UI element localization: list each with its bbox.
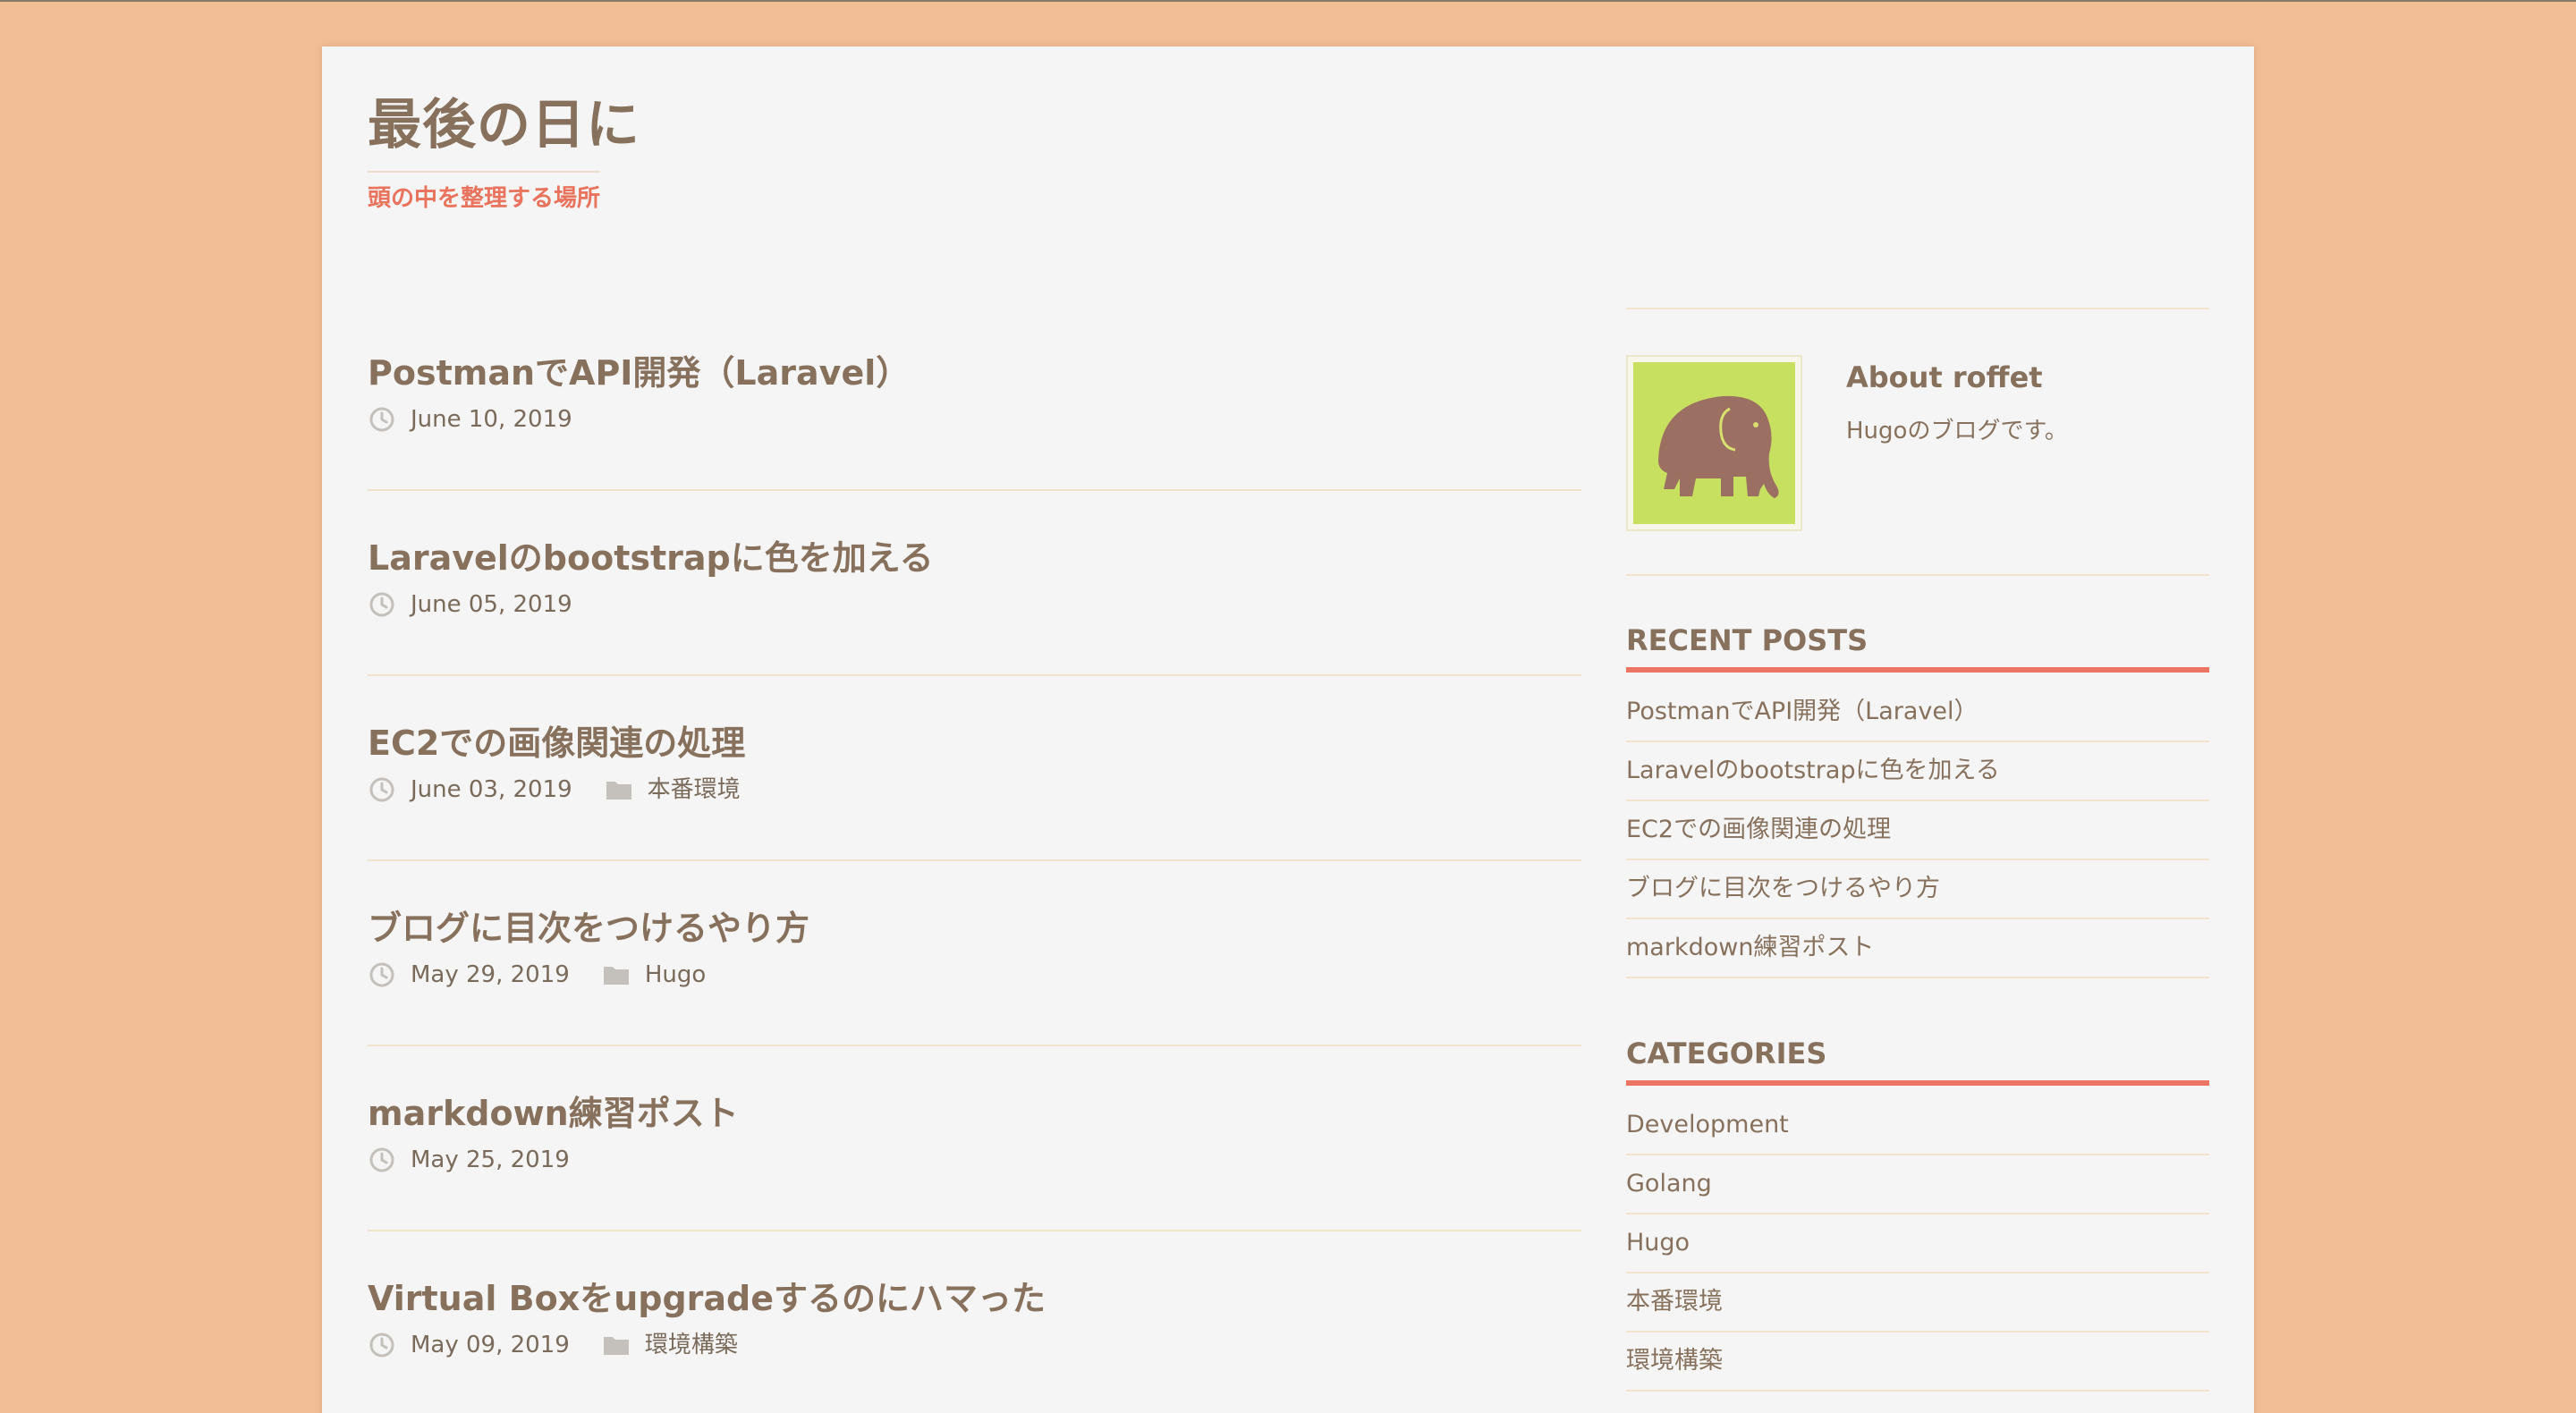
post-meta: May 09, 2019 環境構築	[368, 1329, 1581, 1361]
post-title-link[interactable]: Laravelのbootstrapに色を加える	[368, 535, 1581, 581]
site-title[interactable]: 最後の日に	[368, 87, 640, 164]
elephant-icon	[1633, 362, 1795, 524]
post-date: May 09, 2019	[411, 1332, 570, 1358]
recent-posts-heading: RECENT POSTS	[1626, 621, 2209, 673]
about-text: About roffet Hugoのブログです。	[1846, 358, 2068, 447]
post-date: June 05, 2019	[411, 591, 572, 618]
site-header: 最後の日に 頭の中を整理する場所	[368, 87, 640, 214]
post-meta: June 03, 2019 本番環境	[368, 774, 1581, 806]
folder-icon	[602, 1331, 631, 1359]
post-item: PostmanでAPI開発（Laravel） June 10, 2019	[368, 306, 1581, 491]
recent-posts-list: PostmanでAPI開発（Laravel） Laravelのbootstrap…	[1626, 683, 2209, 978]
post-item: Virtual Boxをupgradeするのにハマった May 09, 2019…	[368, 1231, 1581, 1413]
folder-icon	[602, 960, 631, 989]
category-link[interactable]: Golang	[1626, 1155, 2209, 1214]
recent-post-link[interactable]: Laravelのbootstrapに色を加える	[1626, 742, 2209, 801]
post-title-link[interactable]: PostmanでAPI開発（Laravel）	[368, 350, 1581, 396]
post-category: 本番環境	[605, 774, 741, 806]
clock-icon	[368, 960, 396, 989]
category-link[interactable]: 環境構築	[1626, 1333, 2209, 1392]
folder-icon	[605, 775, 633, 804]
about-title: About roffet	[1846, 360, 2043, 394]
post-meta: May 25, 2019	[368, 1144, 1581, 1176]
post-category-link[interactable]: Hugo	[645, 959, 706, 991]
post-title-link[interactable]: markdown練習ポスト	[368, 1090, 1581, 1137]
category-link[interactable]: Development	[1626, 1096, 2209, 1155]
post-category-link[interactable]: 本番環境	[648, 774, 741, 806]
post-date: June 03, 2019	[411, 776, 572, 803]
categories-list: Development Golang Hugo 本番環境 環境構築	[1626, 1096, 2209, 1392]
clock-icon	[368, 405, 396, 434]
recent-post-link[interactable]: EC2での画像関連の処理	[1626, 801, 2209, 860]
clock-icon	[368, 1146, 396, 1174]
categories-heading: CATEGORIES	[1626, 1034, 2209, 1086]
clock-icon	[368, 775, 396, 804]
avatar	[1626, 355, 1802, 531]
post-category-link[interactable]: 環境構築	[645, 1329, 738, 1361]
post-title-link[interactable]: EC2での画像関連の処理	[368, 720, 1581, 766]
post-item: Laravelのbootstrapに色を加える June 05, 2019	[368, 491, 1581, 676]
recent-posts-widget: RECENT POSTS PostmanでAPI開発（Laravel） Lara…	[1626, 621, 2209, 978]
post-date: May 25, 2019	[411, 1146, 570, 1173]
about-widget: About roffet Hugoのブログです。	[1626, 308, 2209, 576]
post-meta: May 29, 2019 Hugo	[368, 959, 1581, 991]
sidebar: About roffet Hugoのブログです。 RECENT POSTS Po…	[1626, 308, 2209, 1392]
page-container: 最後の日に 頭の中を整理する場所 PostmanでAPI開発（Laravel） …	[322, 47, 2254, 1413]
category-link[interactable]: Hugo	[1626, 1214, 2209, 1273]
post-title-link[interactable]: ブログに目次をつけるやり方	[368, 905, 1581, 952]
post-date: June 10, 2019	[411, 406, 572, 433]
post-meta: June 10, 2019	[368, 403, 1581, 436]
recent-post-link[interactable]: PostmanでAPI開発（Laravel）	[1626, 683, 2209, 742]
post-item: ブログに目次をつけるやり方 May 29, 2019 Hugo	[368, 861, 1581, 1046]
clock-icon	[368, 1331, 396, 1359]
post-item: EC2での画像関連の処理 June 03, 2019 本番環境	[368, 676, 1581, 861]
post-date: May 29, 2019	[411, 961, 570, 988]
categories-widget: CATEGORIES Development Golang Hugo 本番環境 …	[1626, 1034, 2209, 1392]
post-category: Hugo	[602, 959, 706, 991]
post-category: 環境構築	[602, 1329, 738, 1361]
site-description: 頭の中を整理する場所	[368, 171, 601, 214]
clock-icon	[368, 590, 396, 619]
post-title-link[interactable]: Virtual Boxをupgradeするのにハマった	[368, 1275, 1581, 1322]
recent-post-link[interactable]: ブログに目次をつけるやり方	[1626, 860, 2209, 919]
post-meta: June 05, 2019	[368, 588, 1581, 621]
post-item: markdown練習ポスト May 25, 2019	[368, 1046, 1581, 1231]
about-body: Hugoのブログです。	[1846, 418, 2068, 444]
category-link[interactable]: 本番環境	[1626, 1273, 2209, 1333]
recent-post-link[interactable]: markdown練習ポスト	[1626, 919, 2209, 978]
post-list: PostmanでAPI開発（Laravel） June 10, 2019 Lar…	[368, 306, 1581, 1413]
